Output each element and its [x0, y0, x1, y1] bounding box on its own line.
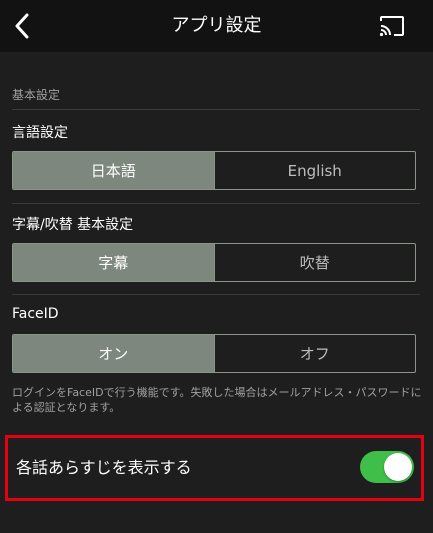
language-option-japanese[interactable]: 日本語 — [13, 152, 214, 189]
synopsis-toggle-row: 各話あらすじを表示する — [5, 435, 424, 501]
faceid-note: ログインをFaceIDで行う機能です。失敗した場合はメールアドレス・パスワードに… — [12, 386, 422, 414]
language-option-english[interactable]: English — [213, 152, 416, 189]
language-segmented-control: 日本語 English — [12, 151, 416, 190]
cast-button[interactable] — [372, 8, 412, 44]
page-title: アプリ設定 — [171, 15, 262, 36]
dub-option[interactable]: 吹替 — [213, 244, 416, 281]
faceid-label: FaceID — [12, 306, 59, 322]
section-label: 基本設定 — [12, 88, 61, 102]
toggle-knob — [384, 453, 412, 481]
faceid-segmented-control: オン オフ — [12, 334, 416, 373]
back-button[interactable] — [4, 8, 40, 44]
faceid-on-option[interactable]: オン — [13, 335, 214, 372]
divider — [12, 109, 420, 110]
divider — [12, 203, 420, 204]
synopsis-label: 各話あらすじを表示する — [16, 458, 192, 477]
subtitle-dub-label: 字幕/吹替 基本設定 — [12, 217, 134, 233]
language-label: 言語設定 — [12, 125, 68, 141]
chevron-left-icon — [15, 13, 29, 39]
subtitle-dub-segmented-control: 字幕 吹替 — [12, 243, 416, 282]
synopsis-toggle[interactable] — [360, 451, 414, 483]
subtitle-option[interactable]: 字幕 — [13, 244, 214, 281]
cast-icon — [379, 16, 404, 37]
header-bar: アプリ設定 — [0, 0, 433, 52]
divider — [12, 294, 420, 295]
faceid-off-option[interactable]: オフ — [213, 335, 416, 372]
